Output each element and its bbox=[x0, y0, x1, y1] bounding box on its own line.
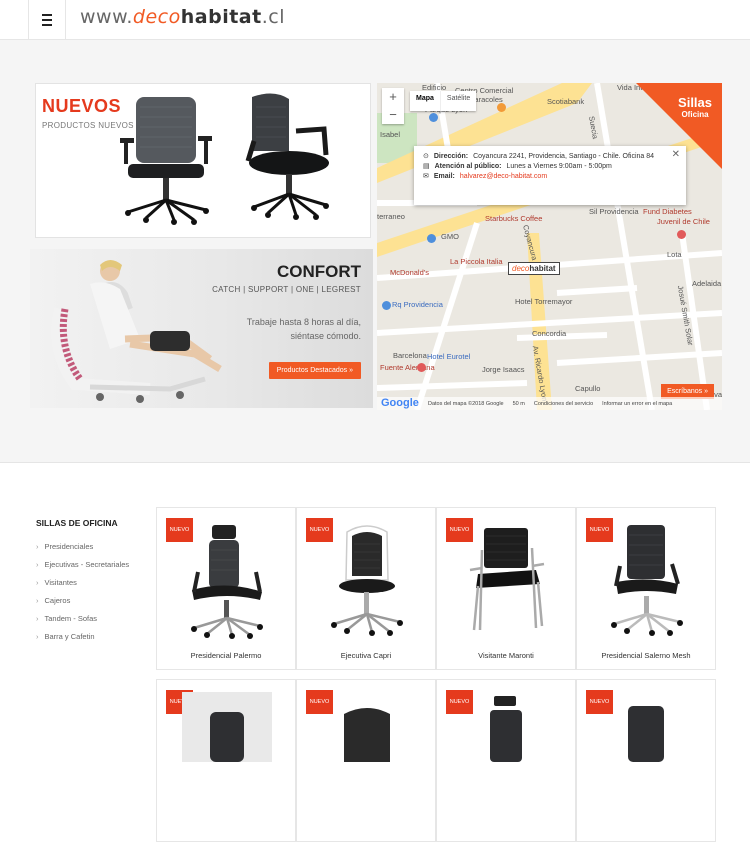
chevron-right-icon: › bbox=[36, 542, 39, 551]
product-name[interactable]: Ejecutiva Capri bbox=[297, 651, 435, 660]
map-label: Concordia bbox=[532, 329, 567, 338]
map-pin-icon[interactable] bbox=[677, 230, 686, 239]
sidebar-item-barra[interactable]: › Barra y Cafetin bbox=[36, 632, 146, 641]
map-label: Capullo bbox=[575, 384, 601, 393]
product-card[interactable]: NUEVO Visitante Maronti bbox=[436, 507, 576, 670]
chair-image bbox=[490, 696, 522, 762]
product-card[interactable]: NUEVO Presidencial Palermo bbox=[156, 507, 296, 670]
featured-products-button[interactable]: Productos Destacados » bbox=[268, 362, 361, 379]
category-sidebar: SILLAS DE OFICINA › Presidenciales › Ejecu… bbox=[36, 518, 146, 650]
mail-icon: ✉ bbox=[423, 173, 429, 180]
zoom-out-button[interactable]: − bbox=[382, 106, 404, 124]
calendar-icon: ▤ bbox=[423, 163, 430, 170]
map-label: Adelaida bbox=[692, 279, 722, 288]
confort-text: Trabaje hasta 8 horas al día, siéntase c… bbox=[246, 317, 361, 341]
product-card[interactable]: NUEVO Ejecutiva Capri bbox=[296, 507, 436, 670]
map-label: Hotel Torremayor bbox=[515, 297, 573, 306]
product-name[interactable]: Presidencial Salerno Mesh bbox=[577, 651, 715, 660]
chair-image bbox=[191, 525, 263, 639]
map-pin-icon[interactable] bbox=[382, 301, 391, 310]
header: www.decohabitat.cl bbox=[0, 0, 750, 40]
map-pin-icon[interactable] bbox=[429, 113, 438, 122]
map-label: Scotiabank bbox=[547, 97, 585, 106]
map-label: Fund Diabetes bbox=[643, 207, 692, 216]
chevron-right-icon: › bbox=[36, 596, 39, 605]
chair-image bbox=[182, 692, 272, 762]
sidebar-item-cajeros[interactable]: › Cajeros bbox=[36, 596, 146, 605]
hero-section: NUEVOS PRODUCTOS NUEVOS CONFORT CATCH | … bbox=[0, 40, 750, 463]
chair-image bbox=[611, 525, 683, 636]
sidebar-title: SILLAS DE OFICINA bbox=[36, 518, 118, 528]
map-pin-icon[interactable] bbox=[427, 234, 436, 243]
map-label: Lota bbox=[667, 250, 682, 259]
map-pin-icon[interactable] bbox=[417, 363, 426, 372]
confort-title: CONFORT bbox=[276, 262, 361, 281]
woman-in-chair-image bbox=[51, 260, 222, 403]
sidebar-item-presidenciales[interactable]: › Presidenciales bbox=[36, 542, 146, 551]
map-label: Barcelona bbox=[393, 351, 427, 360]
site-logo[interactable]: www.decohabitat.cl bbox=[80, 6, 285, 28]
chevron-right-icon: › bbox=[36, 614, 39, 623]
chair-image bbox=[331, 525, 403, 636]
sidebar-item-tandem[interactable]: › Tandem - Sofas bbox=[36, 614, 146, 623]
map-type-switch: Mapa Satélite bbox=[410, 91, 477, 111]
confort-subtitle: CATCH | SUPPORT | ONE | LEGREST bbox=[212, 285, 361, 294]
product-name[interactable]: Visitante Maronti bbox=[437, 651, 575, 660]
menu-button[interactable] bbox=[28, 0, 66, 40]
info-email: ✉ Email: halvarez@deco-habitat.com bbox=[423, 173, 548, 180]
product-card[interactable]: NUEVO bbox=[296, 679, 436, 842]
product-card[interactable]: NUEVO bbox=[576, 679, 716, 842]
hamburger-icon bbox=[42, 13, 52, 28]
map-label: Isabel bbox=[380, 130, 401, 139]
map-label: La Piccola Italia bbox=[450, 257, 503, 266]
map-label: Jorge Isaacs bbox=[482, 365, 525, 374]
chair-image bbox=[344, 708, 390, 762]
map-label: Juvenil de Chile bbox=[657, 217, 710, 226]
google-logo: Google bbox=[381, 397, 419, 409]
product-card[interactable]: NUEVO Presidencial Salerno Mesh bbox=[576, 507, 716, 670]
chevron-right-icon: › bbox=[36, 560, 39, 569]
category-ribbon: Sillas Oficina bbox=[678, 95, 712, 119]
location-map[interactable]: Edificio Centro Comercial Caracoles Scot… bbox=[377, 83, 722, 410]
zoom-in-button[interactable]: + bbox=[382, 88, 404, 106]
map-label: McDonald's bbox=[390, 268, 429, 277]
map-label: Rq Providencia bbox=[392, 300, 443, 309]
map-pin-icon[interactable] bbox=[497, 103, 506, 112]
map-label: Hotel Eurotel bbox=[427, 352, 471, 361]
location-icon: ⊙ bbox=[423, 153, 429, 160]
map-label: GMO bbox=[441, 232, 459, 241]
chevron-right-icon: › bbox=[36, 578, 39, 587]
confort-banner: CONFORT CATCH | SUPPORT | ONE | LEGREST … bbox=[30, 249, 373, 408]
company-map-marker[interactable]: decohabitat bbox=[508, 262, 560, 275]
map-type-map[interactable]: Mapa bbox=[410, 91, 440, 111]
chevron-right-icon: › bbox=[36, 632, 39, 641]
nuevos-banner[interactable]: NUEVOS PRODUCTOS NUEVOS bbox=[35, 83, 371, 238]
zoom-controls: + − bbox=[382, 88, 404, 124]
map-label: Sil Providencia bbox=[589, 207, 639, 216]
map-footer: Datos del mapa ©2018 Google 50 m Condici… bbox=[377, 397, 722, 410]
map-label: terraneo bbox=[377, 212, 405, 221]
map-label: Fuente Alemana bbox=[380, 363, 435, 372]
chair-image bbox=[469, 528, 545, 631]
product-name[interactable]: Presidencial Palermo bbox=[157, 651, 295, 660]
product-card[interactable]: NUEVO bbox=[436, 679, 576, 842]
category-list: › Presidenciales › Ejecutivas - Secretaria… bbox=[36, 542, 146, 641]
chair-image bbox=[628, 706, 664, 762]
sidebar-item-ejecutivas[interactable]: › Ejecutivas - Secretariales bbox=[36, 560, 146, 569]
chair-image bbox=[245, 93, 329, 220]
chair-image bbox=[120, 97, 212, 225]
sidebar-item-visitantes[interactable]: › Visitantes bbox=[36, 578, 146, 587]
product-card[interactable]: NUEVO bbox=[156, 679, 296, 842]
nuevos-title: NUEVOS bbox=[42, 96, 122, 116]
map-type-satellite[interactable]: Satélite bbox=[439, 91, 476, 111]
map-label: Starbucks Coffee bbox=[485, 214, 543, 223]
